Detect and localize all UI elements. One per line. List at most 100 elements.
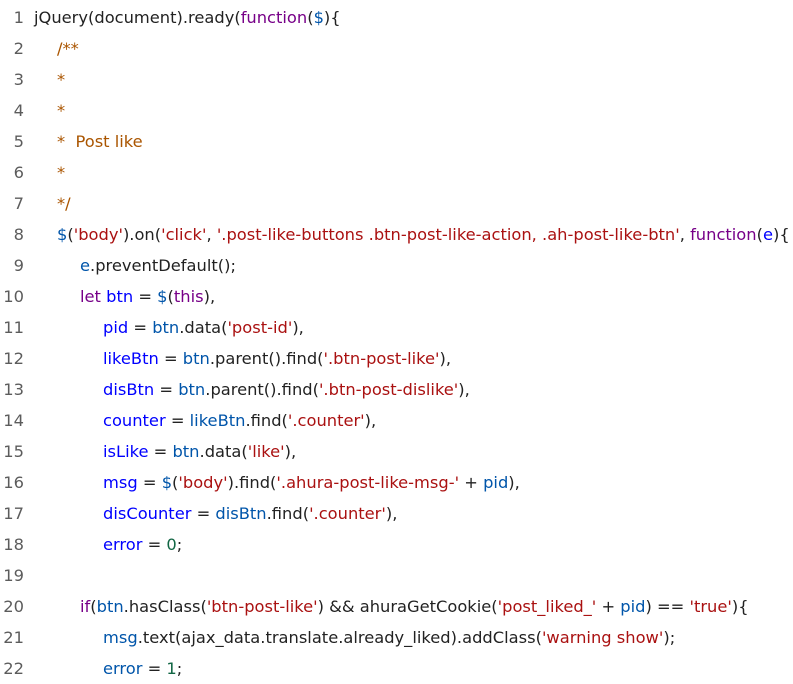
code-text: pid = btn.data('post-id'),	[103, 312, 304, 343]
code-line[interactable]: 1 jQuery(document).ready(function($){	[0, 2, 793, 33]
code-line[interactable]: 6 *	[0, 157, 793, 188]
line-number: 11	[3, 318, 24, 337]
code-token: msg	[103, 473, 138, 492]
line-number: 4	[13, 101, 24, 120]
line-number: 3	[13, 70, 24, 89]
code-token: .hasClass(	[123, 597, 207, 616]
line-number: 16	[3, 473, 24, 492]
code-token: 0	[166, 535, 177, 554]
code-line[interactable]: 5 * Post like	[0, 126, 793, 157]
code-token: error	[103, 659, 143, 678]
code-line[interactable]: 14 counter = likeBtn.find('.counter'),	[0, 405, 793, 436]
code-token: *	[57, 163, 66, 182]
code-token: $	[161, 473, 173, 492]
code-text: error = 1;	[103, 653, 182, 684]
code-token: '.btn-post-like'	[323, 349, 440, 368]
code-text: *	[57, 64, 65, 95]
code-token: '.btn-post-dislike'	[318, 380, 459, 399]
line-number: 21	[3, 628, 24, 647]
code-token: disBtn	[215, 504, 267, 523]
code-token: '.ahura-post-like-msg-'	[276, 473, 460, 492]
code-line[interactable]: 15 isLike = btn.data('like'),	[0, 436, 793, 467]
code-text: $('body').on('click', '.post-like-button…	[57, 219, 790, 250]
code-line[interactable]: 7 */	[0, 188, 793, 219]
code-token: =	[191, 504, 216, 523]
code-line[interactable]: 4 *	[0, 95, 793, 126]
code-token: '.counter'	[309, 504, 386, 523]
code-line[interactable]: 9 e.preventDefault();	[0, 250, 793, 281]
code-editor[interactable]: 1 jQuery(document).ready(function($){2 /**…	[0, 0, 793, 678]
code-token: e	[80, 256, 91, 275]
code-text: */	[57, 188, 71, 219]
code-token: 'post_liked_'	[497, 597, 597, 616]
code-token: ){	[323, 8, 341, 27]
code-token: btn	[106, 287, 134, 306]
code-token: btn	[172, 442, 200, 461]
code-token: );	[663, 628, 676, 647]
code-line[interactable]: 2 /**	[0, 33, 793, 64]
line-number: 13	[3, 380, 24, 399]
code-line[interactable]: 3 *	[0, 64, 793, 95]
line-number: 2	[13, 39, 24, 58]
code-token: =	[137, 473, 162, 492]
code-token: let	[80, 287, 107, 306]
code-line[interactable]: 16 msg = $('body').find('.ahura-post-like…	[0, 467, 793, 498]
line-number: 12	[3, 349, 24, 368]
line-number: 17	[3, 504, 24, 523]
code-line[interactable]: 10 let btn = $(this),	[0, 281, 793, 312]
code-token: ){	[772, 225, 790, 244]
code-token: +	[459, 473, 484, 492]
code-text: *	[57, 157, 65, 188]
code-token: error	[103, 535, 143, 554]
code-line[interactable]: 13 disBtn = btn.parent().find('.btn-post-…	[0, 374, 793, 405]
code-token: e	[762, 225, 773, 244]
code-token: jQuery(document).ready(	[34, 8, 241, 27]
line-number: 19	[3, 566, 24, 585]
code-token: 'body'	[73, 225, 123, 244]
code-line[interactable]: 19	[0, 560, 793, 591]
code-token: ){	[731, 597, 749, 616]
code-text: if(btn.hasClass('btn-post-like') && ahur…	[80, 591, 749, 622]
code-token: ),	[508, 473, 520, 492]
code-token: .parent().find(	[209, 349, 324, 368]
line-number: 8	[13, 225, 24, 244]
code-line[interactable]: 12 likeBtn = btn.parent().find('.btn-post…	[0, 343, 793, 374]
code-line[interactable]: 21 msg.text(ajax_data.translate.already_l…	[0, 622, 793, 653]
line-number: 14	[3, 411, 24, 430]
code-token: 'click'	[161, 225, 207, 244]
line-number: 22	[3, 659, 24, 678]
line-number: 5	[13, 132, 24, 151]
code-token: ) && ahuraGetCookie(	[317, 597, 498, 616]
code-text: * Post like	[57, 126, 143, 157]
code-line[interactable]: 20 if(btn.hasClass('btn-post-like') && ah…	[0, 591, 793, 622]
code-line[interactable]: 18 error = 0;	[0, 529, 793, 560]
code-text: let btn = $(this),	[80, 281, 215, 312]
code-token: .text(ajax_data.translate.already_liked)…	[137, 628, 542, 647]
code-line[interactable]: 22 error = 1;	[0, 653, 793, 684]
code-token: .find(	[266, 504, 310, 523]
line-number: 10	[3, 287, 24, 306]
code-text: msg.text(ajax_data.translate.already_lik…	[103, 622, 675, 653]
code-text: jQuery(document).ready(function($){	[34, 2, 341, 33]
code-token: *	[57, 101, 66, 120]
code-line[interactable]: 8 $('body').on('click', '.post-like-butto…	[0, 219, 793, 250]
code-token: ;	[176, 659, 183, 678]
line-number: 7	[13, 194, 24, 213]
code-token: likeBtn	[103, 349, 159, 368]
code-token: 'true'	[689, 597, 732, 616]
code-line[interactable]: 17 disCounter = disBtn.find('.counter'),	[0, 498, 793, 529]
code-token: function	[690, 225, 757, 244]
line-number: 1	[13, 8, 24, 27]
code-token: ,	[206, 225, 217, 244]
code-token: =	[148, 442, 173, 461]
code-token: .preventDefault();	[90, 256, 236, 275]
code-text: *	[57, 95, 65, 126]
code-token: function	[240, 8, 308, 27]
code-token: ).on(	[122, 225, 162, 244]
code-token: pid	[103, 318, 129, 337]
code-token: ).find(	[227, 473, 277, 492]
code-token: ),	[385, 504, 398, 523]
code-token: $	[313, 8, 324, 27]
code-line[interactable]: 11 pid = btn.data('post-id'),	[0, 312, 793, 343]
code-token: =	[142, 659, 167, 678]
